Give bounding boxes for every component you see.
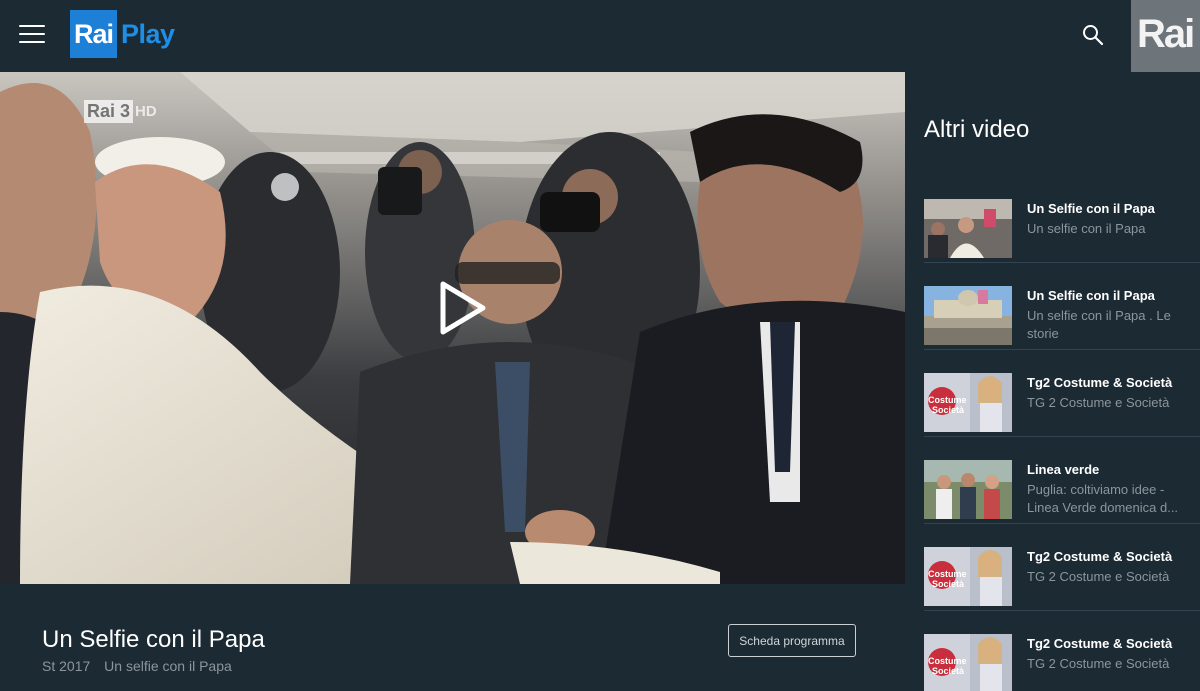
logo-rai-text: Rai — [70, 10, 118, 58]
svg-text:Società: Società — [932, 666, 965, 676]
svg-text:Costume: Costume — [928, 569, 967, 579]
program-title: Un Selfie con il Papa — [42, 626, 265, 653]
play-icon[interactable] — [437, 280, 487, 336]
channel-logo: Rai 3 HD — [84, 100, 157, 123]
program-info: Un Selfie con il Papa St 2017 Un selfie … — [0, 584, 905, 691]
program-subtitle: Un selfie con il Papa — [104, 658, 232, 674]
video-subtitle: TG 2 Costume e Società — [1027, 395, 1170, 410]
program-season: St 2017 — [42, 658, 91, 674]
svg-text:Società: Società — [932, 579, 965, 589]
altri-video-sidebar: Altri video Un Selfie con il Papa Un sel… — [905, 72, 1200, 691]
svg-text:Costume: Costume — [928, 395, 967, 405]
video-thumbnail: Costume Società — [924, 373, 1012, 432]
video-list-item[interactable]: Costume Società Tg2 Costume & Società TG… — [924, 349, 1200, 436]
video-subtitle: TG 2 Costume e Società — [1027, 569, 1170, 584]
sidebar-title: Altri video — [924, 116, 1030, 143]
video-subtitle: Un selfie con il Papa — [1027, 221, 1146, 236]
video-title: Un Selfie con il Papa — [1027, 288, 1155, 303]
rai-brand-corner[interactable]: Rai — [1131, 0, 1200, 72]
raiplay-logo[interactable]: Rai Play — [70, 10, 175, 58]
video-subtitle: Un selfie con il Papa . Le storie — [1027, 308, 1171, 341]
search-icon[interactable] — [1082, 24, 1104, 46]
scheda-programma-button[interactable]: Scheda programma — [728, 624, 856, 657]
video-thumbnail — [924, 460, 1012, 519]
video-list-item[interactable]: Costume Società Tg2 Costume & Società TG… — [924, 523, 1200, 610]
video-thumbnail: Costume Società — [924, 634, 1012, 691]
video-thumbnail — [924, 199, 1012, 258]
video-title: Tg2 Costume & Società — [1027, 636, 1173, 651]
video-list-item[interactable]: Un Selfie con il Papa Un selfie con il P… — [924, 175, 1200, 262]
divider — [924, 610, 1200, 611]
svg-text:Società: Società — [932, 405, 965, 415]
rai-brand-text: Rai — [1137, 12, 1195, 56]
video-title: Tg2 Costume & Società — [1027, 375, 1173, 390]
divider — [924, 262, 1200, 263]
program-meta: St 2017 Un selfie con il Papa — [42, 658, 232, 674]
video-list-item[interactable]: Linea verde Puglia: coltiviamo idee - Li… — [924, 436, 1200, 523]
channel-hd-text: HD — [135, 103, 157, 120]
video-player[interactable]: Rai 3 HD — [0, 72, 905, 584]
video-thumbnail — [924, 286, 1012, 345]
video-subtitle: Puglia: coltiviamo idee - Linea Verde do… — [1027, 482, 1179, 515]
video-list-item[interactable]: Un Selfie con il Papa Un selfie con il P… — [924, 262, 1200, 349]
video-subtitle: TG 2 Costume e Società — [1027, 656, 1170, 671]
video-list-item[interactable]: Costume Società Tg2 Costume & Società TG… — [924, 610, 1200, 691]
menu-icon[interactable] — [19, 23, 45, 45]
video-title: Tg2 Costume & Società — [1027, 549, 1173, 564]
top-bar: Rai Play Rai — [0, 0, 1200, 72]
divider — [924, 436, 1200, 437]
logo-play-text: Play — [121, 18, 175, 49]
video-thumbnail: Costume Società — [924, 547, 1012, 606]
video-title: Linea verde — [1027, 462, 1100, 477]
channel-logo-text: Rai 3 — [84, 100, 134, 123]
divider — [924, 349, 1200, 350]
divider — [924, 523, 1200, 524]
video-title: Un Selfie con il Papa — [1027, 201, 1155, 216]
svg-text:Costume: Costume — [928, 656, 967, 666]
